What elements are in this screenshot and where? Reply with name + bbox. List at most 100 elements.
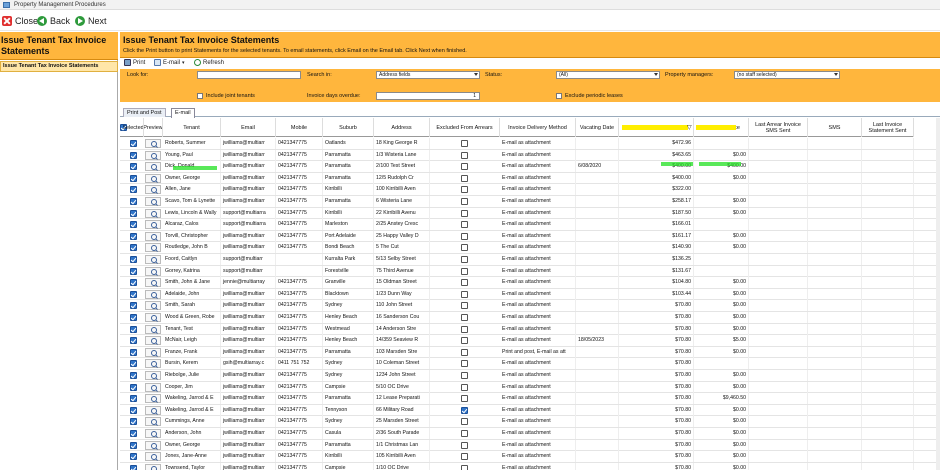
row-select-checkbox[interactable] — [130, 441, 137, 449]
table-row[interactable]: Young, Paul jwilliams@multiarr 0421347775 P… — [120, 149, 940, 162]
table-row[interactable]: Routledge, John Bjwilliams@multiarr 04213… — [120, 242, 940, 254]
preview-magnifier-icon[interactable] — [145, 417, 161, 427]
row-select-checkbox[interactable] — [130, 221, 137, 229]
row-select-checkbox[interactable] — [130, 267, 137, 275]
preview-magnifier-icon[interactable] — [145, 162, 161, 172]
table-row[interactable]: Townsend, Taylor jwilliams@multiarr 042134… — [120, 462, 940, 470]
excluded-arrears-checkbox[interactable] — [461, 418, 468, 426]
row-select-checkbox[interactable] — [130, 314, 137, 321]
excluded-arrears-checkbox[interactable] — [461, 198, 468, 205]
column-header-selected[interactable]: Selected — [123, 118, 144, 137]
preview-magnifier-icon[interactable] — [145, 185, 161, 195]
preview-magnifier-icon[interactable] — [145, 405, 161, 415]
excluded-arrears-checkbox[interactable] — [461, 174, 468, 182]
preview-magnifier-icon[interactable] — [145, 347, 161, 357]
table-row[interactable]: Adelaide, John jwilliams@multiarr 04213477… — [120, 288, 940, 301]
row-select-checkbox[interactable] — [130, 140, 137, 147]
excluded-arrears-checkbox[interactable] — [461, 244, 468, 252]
row-select-checkbox[interactable] — [130, 163, 137, 171]
preview-magnifier-icon[interactable] — [145, 173, 161, 183]
look-for-input[interactable] — [197, 71, 301, 79]
table-row[interactable]: Wakeling, Jarrod & Ejwilliams@multiarr 04… — [120, 393, 940, 405]
column-header-mobile[interactable]: Mobile — [276, 118, 323, 137]
sidebar-item-issue-statements[interactable]: Issue Tenant Tax Invoice Statements — [0, 61, 118, 72]
row-select-checkbox[interactable] — [130, 418, 137, 426]
row-select-checkbox[interactable] — [130, 302, 137, 310]
excluded-arrears-checkbox[interactable] — [461, 441, 468, 449]
excluded-arrears-checkbox[interactable] — [461, 325, 468, 333]
row-select-checkbox[interactable] — [130, 453, 137, 461]
column-header-invoice-delivery-method[interactable]: Invoice Delivery Method — [500, 118, 576, 137]
filter-icon[interactable]: ▽ — [687, 124, 692, 131]
table-row[interactable]: Riebolge, Julie jwilliams@multiarr 0421347… — [120, 370, 940, 382]
column-header-last-invoice-statement-sent[interactable]: Last Invoice Statement Sent — [862, 118, 914, 137]
preview-magnifier-icon[interactable] — [145, 266, 161, 276]
column-header-email[interactable]: Email — [221, 118, 276, 137]
excluded-arrears-checkbox[interactable] — [461, 209, 468, 217]
table-row[interactable]: Owner, George jwilliams@multiarr 042134777… — [120, 172, 940, 185]
table-row[interactable]: Allen, Jane jwilliams@multiarr 0421347775 K… — [120, 184, 940, 196]
excluded-arrears-checkbox[interactable] — [461, 395, 468, 403]
preview-magnifier-icon[interactable] — [145, 278, 161, 288]
excluded-arrears-checkbox[interactable] — [461, 279, 468, 287]
excluded-arrears-checkbox[interactable] — [461, 302, 468, 310]
row-select-checkbox[interactable] — [130, 244, 137, 252]
preview-magnifier-icon[interactable] — [145, 382, 161, 392]
row-select-checkbox[interactable] — [130, 174, 137, 182]
row-select-checkbox[interactable] — [130, 360, 137, 368]
column-header-tenant[interactable]: Tenant — [163, 118, 221, 137]
preview-magnifier-icon[interactable] — [145, 220, 161, 230]
row-select-checkbox[interactable] — [130, 198, 137, 205]
preview-magnifier-icon[interactable] — [145, 243, 161, 253]
row-select-checkbox[interactable] — [130, 186, 137, 194]
column-header-sms[interactable]: SMS — [808, 118, 862, 137]
excluded-arrears-checkbox[interactable] — [461, 186, 468, 194]
table-row[interactable]: Scavo, Tom & Lynette jwilliams@multiarr 04… — [120, 196, 940, 208]
excluded-arrears-checkbox[interactable] — [461, 151, 468, 159]
preview-magnifier-icon[interactable] — [145, 150, 161, 160]
preview-magnifier-icon[interactable] — [145, 231, 161, 241]
column-header-excluded-from-arrears[interactable]: Excluded From Arrears — [430, 118, 500, 137]
excluded-arrears-checkbox[interactable] — [461, 372, 468, 379]
row-select-checkbox[interactable] — [130, 406, 137, 414]
table-row[interactable]: Anderson, John jwilliams@multiarr 04213477… — [120, 428, 940, 440]
excluded-arrears-checkbox[interactable] — [461, 430, 468, 437]
excluded-arrears-checkbox[interactable] — [461, 406, 468, 414]
row-select-checkbox[interactable] — [130, 256, 137, 263]
row-select-checkbox[interactable] — [130, 209, 137, 217]
table-row[interactable]: Bursin, Kerem gsih@multiarray.c 0411 751 7… — [120, 358, 940, 370]
row-select-checkbox[interactable] — [130, 279, 137, 287]
preview-magnifier-icon[interactable] — [145, 429, 161, 438]
row-select-checkbox[interactable] — [130, 232, 137, 240]
include-joint-checkbox[interactable] — [197, 93, 203, 99]
table-row[interactable]: Tenant, Test jwilliams@multiarr 0421347775… — [120, 323, 940, 336]
print-button[interactable]: Print — [124, 59, 145, 66]
grid-scrollbar[interactable] — [936, 118, 940, 470]
table-row[interactable]: Cooper, Jim jwilliams@multiarr 0421347775 C… — [120, 381, 940, 394]
row-select-checkbox[interactable] — [130, 325, 137, 333]
preview-magnifier-icon[interactable] — [145, 208, 161, 218]
row-select-checkbox[interactable] — [130, 337, 137, 345]
preview-magnifier-icon[interactable] — [145, 255, 161, 264]
preview-magnifier-icon[interactable] — [145, 301, 161, 311]
excluded-arrears-checkbox[interactable] — [461, 337, 468, 345]
excluded-arrears-checkbox[interactable] — [461, 140, 468, 147]
excluded-arrears-checkbox[interactable] — [461, 453, 468, 461]
row-select-checkbox[interactable] — [130, 383, 137, 391]
column-header-preview[interactable]: Preview — [144, 118, 163, 137]
preview-magnifier-icon[interactable] — [145, 394, 161, 404]
column-header-last-arrear-sms-sent[interactable]: Last Arrear Invoice SMS Sent — [749, 118, 808, 137]
excluded-arrears-checkbox[interactable] — [461, 464, 468, 470]
table-row[interactable]: Smith, John & Jane jennie@multiarray 04213… — [120, 277, 940, 289]
excluded-arrears-checkbox[interactable] — [461, 290, 468, 298]
exclude-periodic-checkbox[interactable] — [556, 93, 562, 99]
row-select-checkbox[interactable] — [130, 395, 137, 403]
row-select-checkbox[interactable] — [130, 151, 137, 159]
excluded-arrears-checkbox[interactable] — [461, 163, 468, 171]
preview-magnifier-icon[interactable] — [145, 324, 161, 334]
table-row[interactable]: Wakeling, Jarrod & Ejwilliams@multiarr 04… — [120, 404, 940, 417]
tab-email[interactable]: E-mail — [171, 108, 195, 118]
status-select[interactable]: (All) — [556, 71, 660, 79]
preview-magnifier-icon[interactable] — [145, 289, 161, 299]
search-in-select[interactable]: Address fields — [376, 71, 480, 79]
